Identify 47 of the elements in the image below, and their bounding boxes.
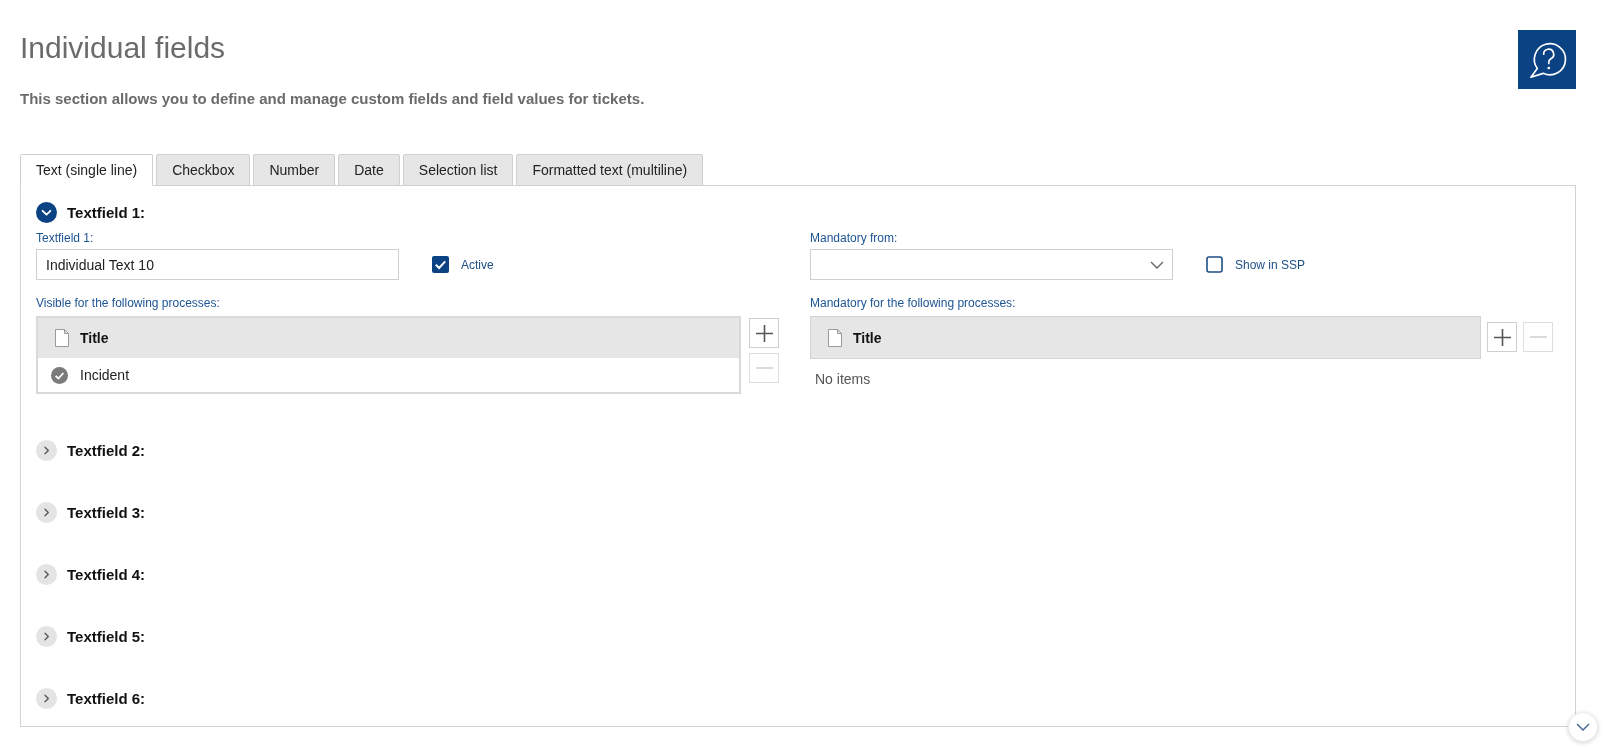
scroll-down-button[interactable] <box>1568 712 1598 742</box>
chevron-right-icon[interactable] <box>36 687 57 709</box>
section-title: Textfield 1: <box>67 203 146 221</box>
check-circle-icon <box>51 366 68 384</box>
help-button[interactable] <box>1518 30 1576 89</box>
empty-message: No items <box>814 371 871 387</box>
chevron-right-icon[interactable] <box>36 501 57 523</box>
tab[interactable]: Text (single line) <box>20 154 154 186</box>
minus-icon <box>1529 336 1547 338</box>
active-label: Active <box>461 257 494 272</box>
tab[interactable]: Number <box>253 154 336 186</box>
section-title: Textfield 2: <box>67 441 146 459</box>
active-checkbox[interactable] <box>432 256 449 273</box>
page-title: Individual fields <box>20 30 227 66</box>
field-label: Mandatory for the following processes: <box>810 296 1016 310</box>
dropdown-field[interactable] <box>810 249 1173 280</box>
minus-icon <box>755 367 773 369</box>
text-input[interactable]: Individual Text 10 <box>36 249 399 280</box>
tab[interactable]: Checkbox <box>156 154 251 186</box>
add-button[interactable] <box>749 318 779 348</box>
show-in-ssp-label: Show in SSP <box>1235 257 1306 272</box>
chevron-down-icon[interactable] <box>36 201 57 223</box>
chevron-right-icon[interactable] <box>36 563 57 585</box>
add-button[interactable] <box>1487 322 1517 352</box>
chevron-down-icon <box>1150 260 1164 269</box>
chevron-right-icon[interactable] <box>36 439 57 461</box>
field-label: Mandatory from: <box>810 231 898 245</box>
tab[interactable]: Date <box>338 154 400 186</box>
chevron-right-icon[interactable] <box>36 625 57 647</box>
field-label: Visible for the following processes: <box>36 296 220 310</box>
show-in-ssp-checkbox[interactable] <box>1206 256 1223 273</box>
column-header: Title <box>853 329 882 346</box>
section-title: Textfield 4: <box>67 565 146 583</box>
file-icon <box>55 329 69 347</box>
file-icon <box>828 328 842 347</box>
table-cell: Incident <box>80 367 130 383</box>
page-description: This section allows you to define and manage custom fields and field values for tickets. <box>20 89 645 109</box>
plus-icon <box>755 324 773 342</box>
tab[interactable]: Selection list <box>402 154 514 186</box>
section-title: Textfield 6: <box>67 689 146 707</box>
chevron-down-icon <box>1576 723 1590 731</box>
column-header: Title <box>80 330 109 346</box>
plus-icon <box>1493 328 1511 346</box>
tab[interactable]: Formatted text (multiline) <box>516 154 704 186</box>
section-title: Textfield 5: <box>67 627 146 645</box>
field-label: Textfield 1: <box>36 231 94 245</box>
section-title: Textfield 3: <box>67 503 146 521</box>
